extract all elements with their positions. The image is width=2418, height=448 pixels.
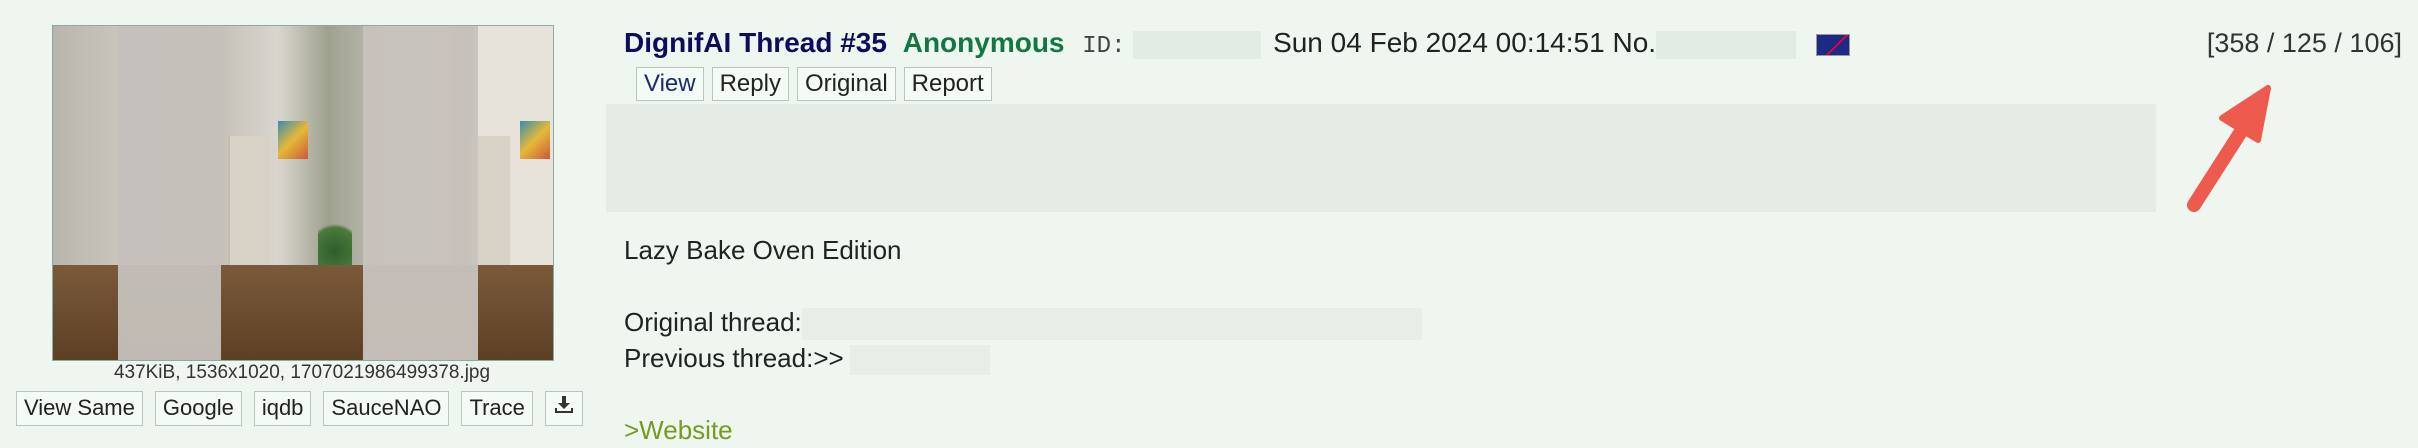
file-info: 437KiB, 1536x1020, 1707021986499378.jpg xyxy=(113,362,491,383)
thumbnail-painting xyxy=(520,121,550,159)
image-search-links: View Same Google iqdb SauceNAO Trace xyxy=(16,391,583,426)
post-body: Lazy Bake Oven Edition Original thread: … xyxy=(624,232,1422,448)
report-button[interactable]: Report xyxy=(903,67,992,101)
google-search-button[interactable]: Google xyxy=(154,391,242,426)
post-body-line: Original thread: xyxy=(624,304,1422,341)
original-thread-label: Original thread: xyxy=(624,307,802,337)
redacted-link xyxy=(801,308,1422,341)
thumbnail-painting xyxy=(278,121,308,159)
post-actions: View Reply Original Report xyxy=(636,67,992,101)
post-thumbnail[interactable] xyxy=(52,25,554,361)
redacted-id xyxy=(1133,30,1262,59)
post-number-label[interactable]: No. xyxy=(1612,27,1656,58)
redacted-link xyxy=(849,345,990,376)
post-body-line: Lazy Bake Oven Edition xyxy=(624,235,902,265)
post-subject: DignifAI Thread #35 xyxy=(624,27,887,58)
redacted-post-number xyxy=(1656,30,1797,59)
previous-thread-label[interactable]: Previous thread:>> xyxy=(624,343,844,373)
post-datetime: Sun 04 Feb 2024 00:14:51 xyxy=(1273,27,1605,58)
trace-search-button[interactable]: Trace xyxy=(461,391,533,426)
saucenao-search-button[interactable]: SauceNAO xyxy=(323,391,450,426)
poster-name: Anonymous xyxy=(902,27,1065,58)
download-button[interactable] xyxy=(544,391,583,426)
annotation-arrow-icon xyxy=(2187,85,2271,212)
thumbnail-door xyxy=(228,136,270,276)
poster-id-label: ID: xyxy=(1082,33,1126,60)
download-icon xyxy=(554,396,573,413)
post-header: DignifAI Thread #35 Anonymous ID: Sun 04… xyxy=(624,26,1850,64)
view-button[interactable]: View xyxy=(636,67,704,101)
censor-blur xyxy=(118,26,221,360)
australia-flag-icon xyxy=(1815,33,1850,56)
reply-button[interactable]: Reply xyxy=(711,67,789,101)
original-button[interactable]: Original xyxy=(796,67,896,101)
thread-stats: [358 / 125 / 106] xyxy=(2206,28,2402,58)
greentext-line: >Website xyxy=(624,415,733,445)
iqdb-search-button[interactable]: iqdb xyxy=(253,391,312,426)
censor-blur xyxy=(363,26,478,360)
redacted-banner xyxy=(606,104,2156,212)
view-same-button[interactable]: View Same xyxy=(16,391,143,426)
post-body-line: Previous thread:>> xyxy=(624,340,1422,376)
